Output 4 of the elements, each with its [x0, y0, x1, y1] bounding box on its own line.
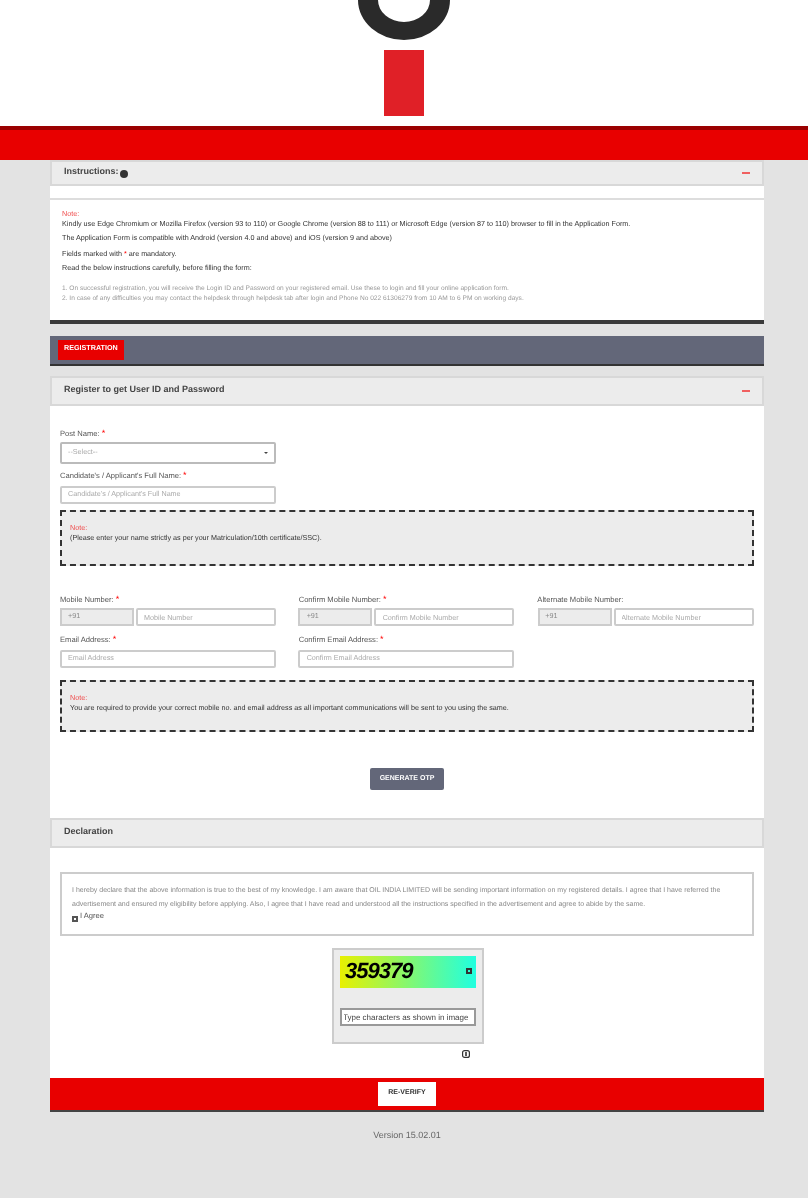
agree-checkbox[interactable]: [72, 915, 78, 922]
refresh-icon[interactable]: [465, 968, 471, 975]
logo-icon: [352, 0, 456, 116]
captcha-code: 359379: [345, 957, 413, 988]
